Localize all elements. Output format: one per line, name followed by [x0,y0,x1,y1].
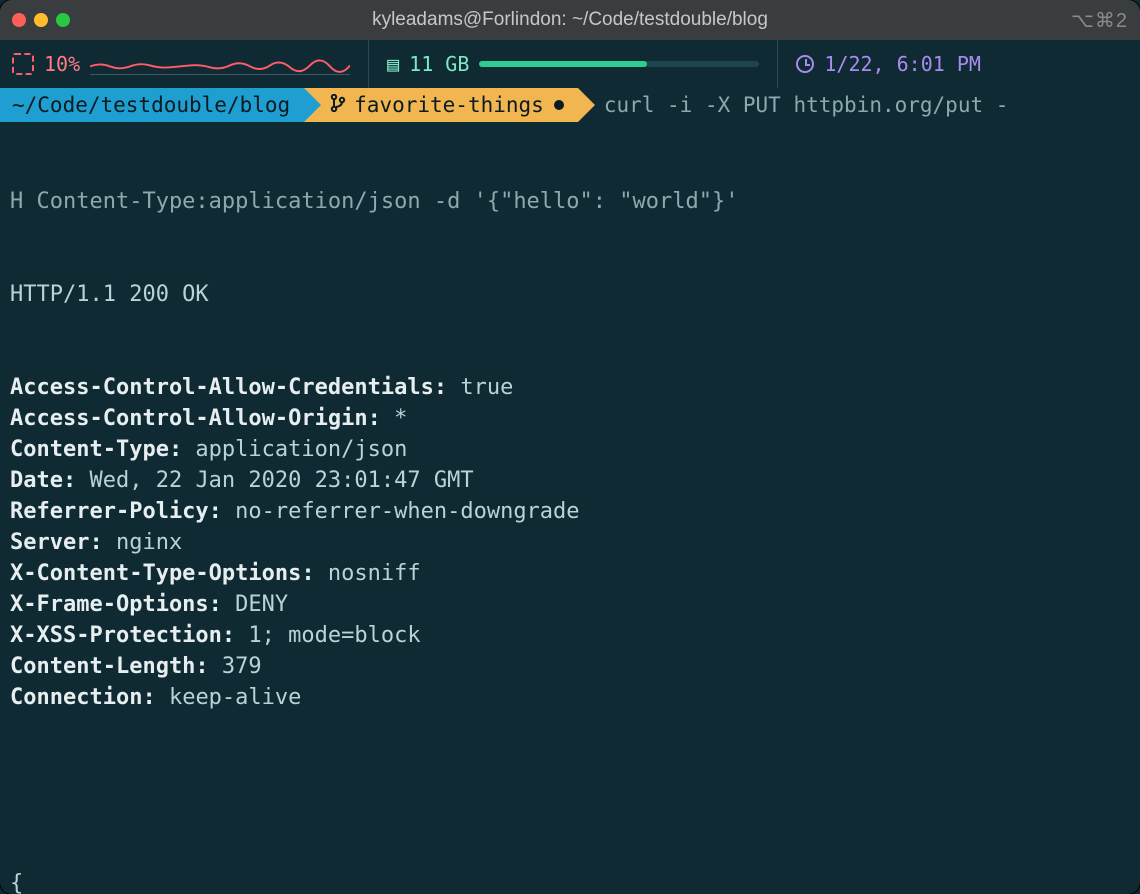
traffic-lights [12,13,70,27]
header-name: Content-Type: [10,437,182,462]
minimize-button[interactable] [34,13,48,27]
header-value: * [381,406,408,431]
header-value: no-referrer-when-downgrade [222,499,580,524]
response-header-line: Access-Control-Allow-Credentials: true [10,372,1130,403]
header-name: Referrer-Policy: [10,499,222,524]
header-value: nginx [103,530,182,555]
status-bar: 10% ▤ 11 GB 1/22, 6:01 PM [0,40,1140,88]
response-header-line: Content-Type: application/json [10,434,1130,465]
header-name: X-Frame-Options: [10,592,222,617]
header-value: 379 [209,654,262,679]
header-name: X-XSS-Protection: [10,623,235,648]
maximize-button[interactable] [56,13,70,27]
window-title: kyleadams@Forlindon: ~/Code/testdouble/b… [0,9,1140,31]
clock-icon [796,55,814,73]
memory-value: 11 GB [409,52,469,76]
titlebar: kyleadams@Forlindon: ~/Code/testdouble/b… [0,0,1140,40]
header-name: Access-Control-Allow-Credentials: [10,375,447,400]
close-button[interactable] [12,13,26,27]
command-input[interactable]: curl -i -X PUT httpbin.org/put - [578,88,1009,122]
prompt-line: ~/Code/testdouble/blog favorite-things c… [0,88,1140,122]
header-value: 1; mode=block [235,623,420,648]
prompt-path: ~/Code/testdouble/blog [12,93,290,117]
header-name: Access-Control-Allow-Origin: [10,406,381,431]
command-text-first: curl -i -X PUT httpbin.org/put - [604,93,1009,117]
header-value: DENY [222,592,288,617]
header-name: X-Content-Type-Options: [10,561,315,586]
cpu-icon [12,53,34,75]
response-header-line: Content-Length: 379 [10,651,1130,682]
response-header-line: X-Content-Type-Options: nosniff [10,558,1130,589]
git-branch-icon [330,93,346,117]
header-value: application/json [182,437,407,462]
header-name: Server: [10,530,103,555]
cpu-segment: 10% [12,40,369,88]
header-value: Wed, 22 Jan 2020 23:01:47 GMT [76,468,473,493]
header-name: Connection: [10,685,156,710]
response-header-line: Server: nginx [10,527,1130,558]
terminal-output[interactable]: H Content-Type:application/json -d '{"he… [0,122,1140,894]
header-value: nosniff [315,561,421,586]
prompt-branch-segment: favorite-things [304,88,578,122]
header-value: keep-alive [156,685,302,710]
header-value: true [447,375,513,400]
terminal-window: kyleadams@Forlindon: ~/Code/testdouble/b… [0,0,1140,894]
response-header-line: Access-Control-Allow-Origin: * [10,403,1130,434]
memory-bar [479,61,759,67]
memory-icon: ▤ [387,52,399,76]
cpu-percent: 10% [44,52,80,76]
command-wrap-line: H Content-Type:application/json -d '{"he… [10,186,1130,217]
prompt-branch: favorite-things [354,93,544,117]
git-dirty-indicator-icon [554,100,564,110]
blank-line [10,775,1130,806]
header-name: Content-Length: [10,654,209,679]
keyboard-shortcut-hint: ⌥⌘2 [1071,8,1128,33]
clock-value: 1/22, 6:01 PM [824,52,981,76]
response-header-line: Date: Wed, 22 Jan 2020 23:01:47 GMT [10,465,1130,496]
response-body-line: { [10,868,1130,894]
clock-segment: 1/22, 6:01 PM [796,40,999,88]
prompt-path-segment: ~/Code/testdouble/blog [0,88,304,122]
response-header-line: X-Frame-Options: DENY [10,589,1130,620]
http-status-line: HTTP/1.1 200 OK [10,279,1130,310]
response-header-line: Connection: keep-alive [10,682,1130,713]
cpu-sparkline [90,53,350,75]
response-header-line: Referrer-Policy: no-referrer-when-downgr… [10,496,1130,527]
response-header-line: X-XSS-Protection: 1; mode=block [10,620,1130,651]
memory-segment: ▤ 11 GB [387,40,778,88]
header-name: Date: [10,468,76,493]
